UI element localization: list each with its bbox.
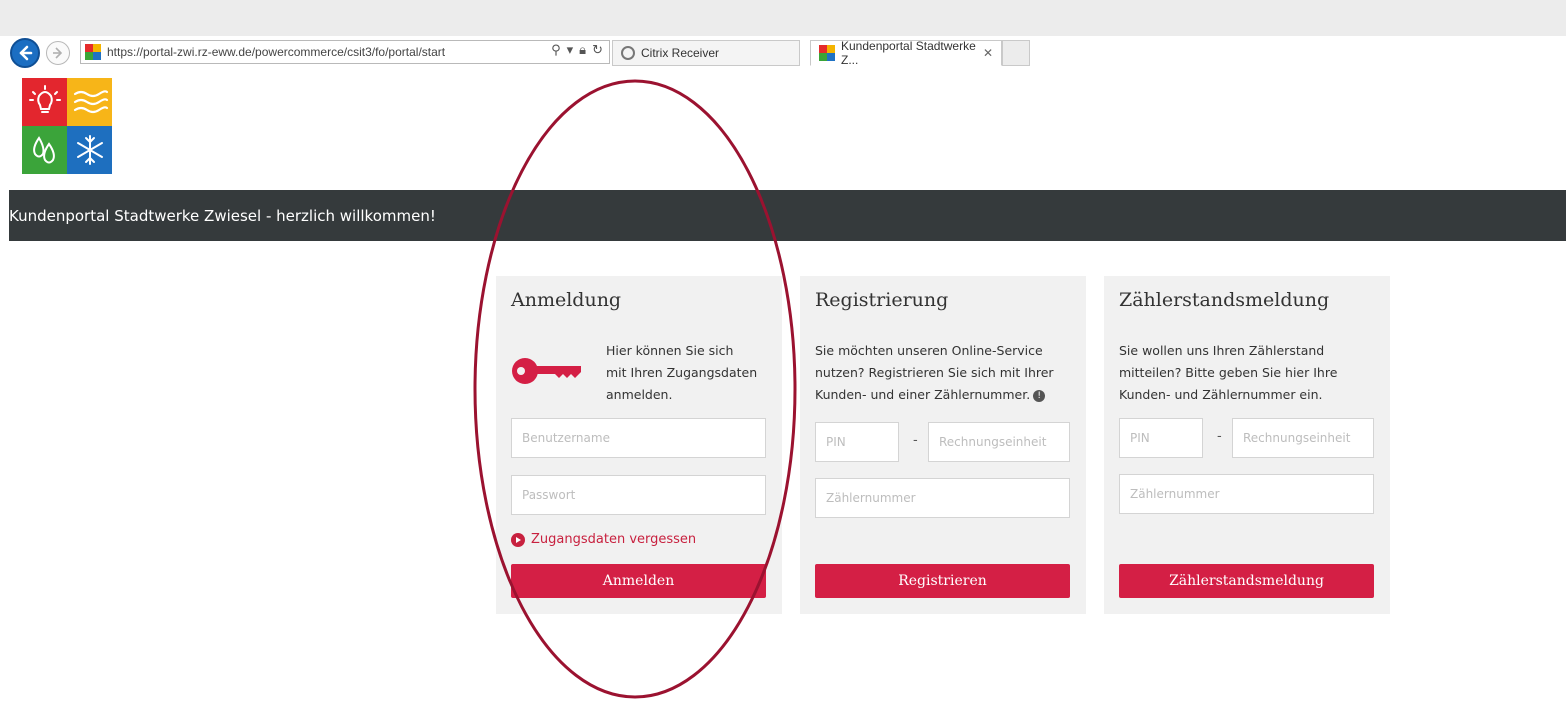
snowflake-icon [67, 126, 112, 174]
browser-chrome: https://portal-zwi.rz-eww.de/powercommer… [0, 0, 1566, 70]
login-title: Anmeldung [511, 289, 622, 311]
stadtwerke-logo[interactable] [22, 78, 112, 174]
meter-text-line: Sie wollen uns Ihren Zählerstand [1119, 343, 1325, 358]
arrow-left-icon [19, 45, 33, 61]
login-card: Anmeldung Hier können Sie sich mit Ihren… [496, 276, 782, 614]
refresh-icon[interactable]: ↻ [592, 43, 603, 58]
forgot-credentials-label: Zugangsdaten vergessen [531, 532, 697, 547]
username-input[interactable] [511, 418, 766, 458]
login-text-line: Hier können Sie sich [606, 343, 734, 358]
registration-text-line: nutzen? Registrieren Sie sich mit Ihrer [815, 365, 1054, 380]
search-icon[interactable]: ⚲ [551, 43, 561, 58]
login-button[interactable]: Anmelden [511, 564, 766, 598]
back-button[interactable] [10, 38, 40, 68]
billing-unit-input[interactable] [928, 422, 1070, 462]
tab-label: Citrix Receiver [641, 46, 720, 60]
forward-button[interactable] [46, 41, 70, 65]
meter-reading-button[interactable]: Zählerstandsmeldung [1119, 564, 1374, 598]
meter-reading-card: Zählerstandsmeldung Sie wollen uns Ihren… [1104, 276, 1390, 614]
tab-kundenportal[interactable]: Kundenportal Stadtwerke Z... ✕ [810, 39, 1002, 67]
pin-input[interactable] [1119, 418, 1203, 458]
tab-citrix-receiver[interactable]: Citrix Receiver [612, 40, 800, 66]
site-favicon-icon [85, 44, 101, 60]
address-tools: ⚲ ▾ 🔒︎ ↻ [551, 43, 603, 58]
lightbulb-icon [22, 78, 67, 126]
page-title: Kundenportal Stadtwerke Zwiesel - herzli… [9, 206, 436, 225]
arrow-right-icon [53, 47, 63, 59]
login-text-line: mit Ihren Zugangsdaten [606, 365, 758, 380]
meter-text-line: mitteilen? Bitte geben Sie hier Ihre [1119, 365, 1338, 380]
register-button[interactable]: Registrieren [815, 564, 1070, 598]
separator-dash: - [913, 433, 918, 448]
key-icon [512, 358, 581, 384]
waves-icon [67, 78, 112, 126]
registration-description: Sie möchten unseren Online-Service nutze… [815, 340, 1054, 406]
login-text-line: anmelden. [606, 387, 673, 402]
dropdown-icon[interactable]: ▾ [567, 43, 574, 58]
registration-card: Registrierung Sie möchten unseren Online… [800, 276, 1086, 614]
citrix-icon [621, 46, 635, 60]
play-circle-icon [511, 532, 525, 547]
lock-icon[interactable]: 🔒︎ [579, 43, 586, 58]
title-bar [0, 0, 1566, 36]
url-text: https://portal-zwi.rz-eww.de/powercommer… [107, 45, 446, 59]
meter-text-line: Kunden- und Zählernummer ein. [1119, 387, 1323, 402]
password-input[interactable] [511, 475, 766, 515]
billing-unit-input[interactable] [1232, 418, 1374, 458]
portal-header: Kundenportal Stadtwerke Zwiesel - herzli… [9, 190, 1566, 241]
pin-input[interactable] [815, 422, 899, 462]
forgot-credentials-link[interactable]: Zugangsdaten vergessen [511, 532, 696, 547]
close-icon[interactable]: ✕ [983, 46, 993, 60]
info-icon[interactable]: ! [1033, 389, 1046, 402]
registration-title: Registrierung [815, 289, 949, 311]
separator-dash: - [1217, 429, 1222, 444]
meter-number-input[interactable] [1119, 474, 1374, 514]
tab-label: Kundenportal Stadtwerke Z... [841, 39, 976, 67]
meter-reading-description: Sie wollen uns Ihren Zählerstand mitteil… [1119, 340, 1337, 406]
registration-text-line: Sie möchten unseren Online-Service [815, 343, 1043, 358]
login-description: Hier können Sie sich mit Ihren Zugangsda… [606, 340, 757, 406]
site-favicon-icon [819, 45, 835, 61]
new-tab-button[interactable] [1002, 40, 1030, 66]
registration-text-line: Kunden- und einer Zählernummer. [815, 387, 1031, 402]
registration-text-line-last: Kunden- und einer Zählernummer.! [815, 384, 1054, 406]
address-bar[interactable]: https://portal-zwi.rz-eww.de/powercommer… [80, 40, 610, 64]
meter-number-input[interactable] [815, 478, 1070, 518]
meter-reading-title: Zählerstandsmeldung [1119, 289, 1330, 311]
drops-icon [22, 126, 67, 174]
